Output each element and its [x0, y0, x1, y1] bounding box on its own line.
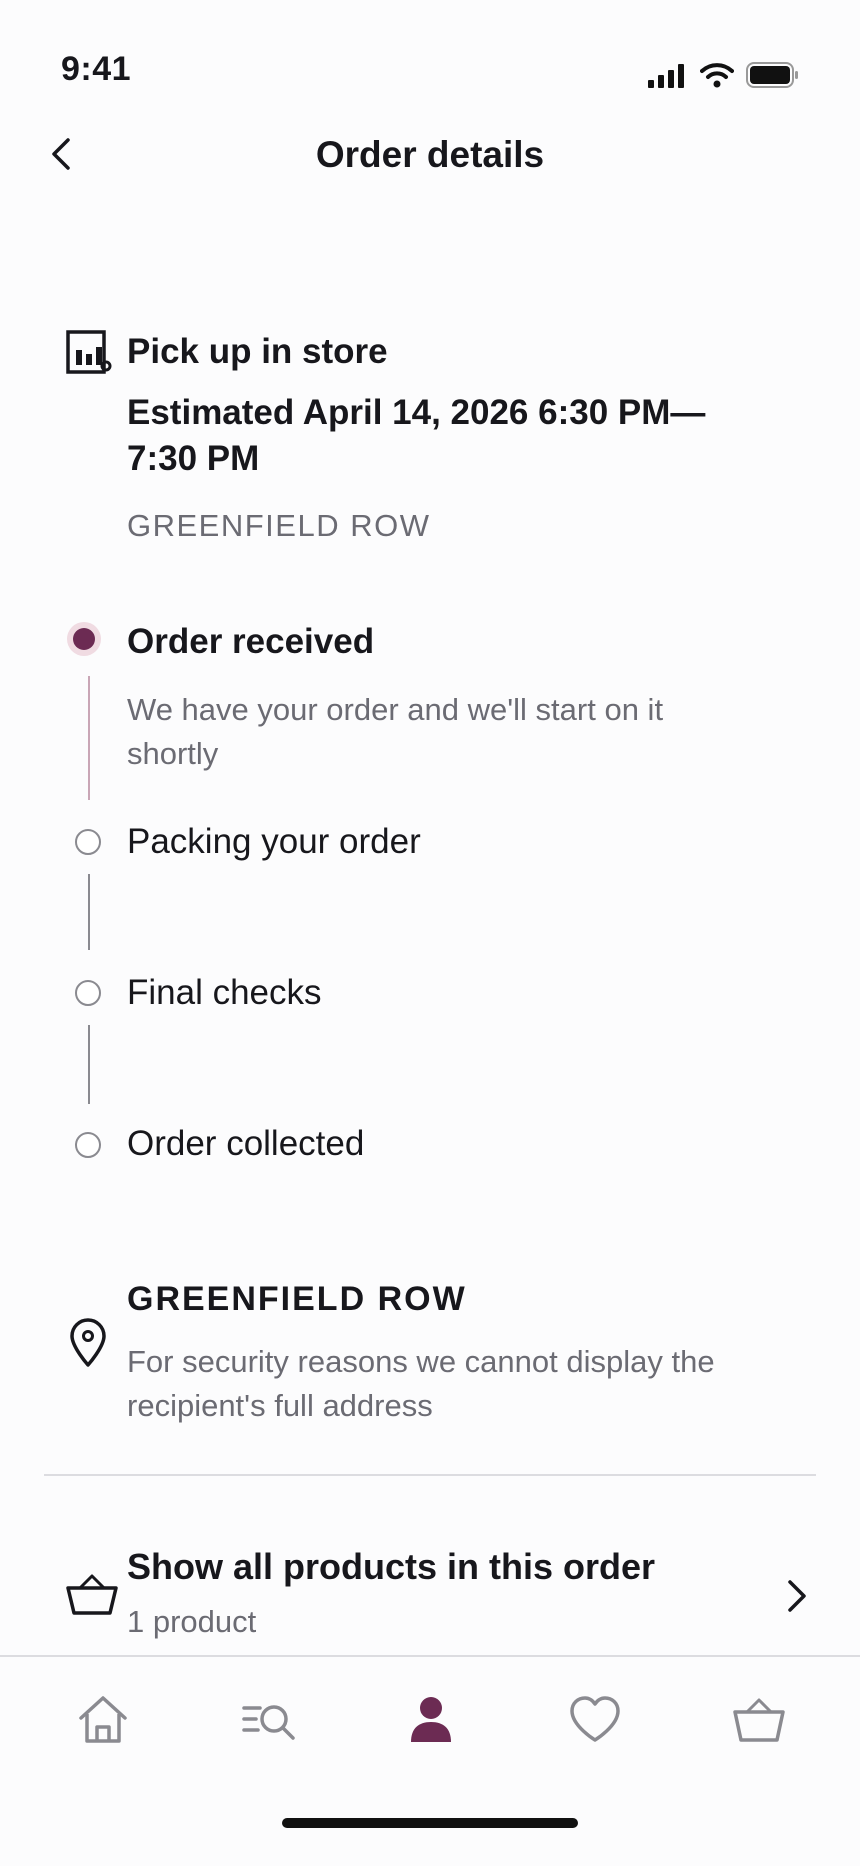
timeline-line	[88, 676, 90, 800]
timeline-step-label: Final checks	[127, 973, 322, 1012]
tab-bar	[0, 1655, 860, 1866]
products-title: Show all products in this order	[127, 1546, 656, 1587]
search-list-icon	[242, 1705, 295, 1740]
wifi-icon	[700, 62, 734, 88]
tab-home[interactable]	[74, 1694, 132, 1746]
account-icon	[411, 1697, 451, 1742]
timeline-step-label: Order collected	[127, 1124, 365, 1163]
home-icon	[79, 1696, 127, 1743]
location-pin-icon	[68, 1318, 108, 1368]
tab-account[interactable]	[402, 1694, 460, 1746]
products-count: 1 product	[127, 1604, 257, 1639]
address-store-name: GREENFIELD ROW	[127, 1280, 467, 1318]
chevron-right-icon	[782, 1576, 812, 1616]
basket-icon	[733, 1698, 785, 1742]
timeline-dot	[75, 1132, 101, 1158]
tab-favorites[interactable]	[566, 1694, 624, 1746]
pickup-estimate: Estimated April 14, 2026 6:30 PM— 7:30 P…	[127, 393, 706, 478]
pickup-store-name: GREENFIELD ROW	[127, 508, 431, 543]
store-icon	[66, 330, 112, 376]
home-indicator[interactable]	[282, 1818, 578, 1828]
address-note: For security reasons we cannot display t…	[127, 1344, 715, 1423]
timeline-dot-active	[67, 622, 101, 656]
pickup-method: Pick up in store	[127, 332, 388, 371]
basket-icon	[66, 1572, 118, 1616]
timeline-step-description: We have your order and we'll start on it…	[127, 692, 664, 771]
timeline-dot	[75, 980, 101, 1006]
divider	[44, 1474, 816, 1476]
tab-basket[interactable]	[730, 1694, 788, 1746]
status-time: 9:41	[61, 50, 132, 88]
cell-signal-icon	[648, 64, 686, 88]
heart-icon	[570, 1696, 620, 1742]
timeline-line	[88, 874, 90, 950]
timeline-step-label: Order received	[127, 622, 375, 661]
battery-icon	[746, 62, 800, 88]
timeline-dot	[75, 829, 101, 855]
timeline-step-label: Packing your order	[127, 822, 421, 861]
page-title: Order details	[315, 134, 545, 175]
timeline-line	[88, 1025, 90, 1104]
tab-search[interactable]	[240, 1694, 298, 1746]
